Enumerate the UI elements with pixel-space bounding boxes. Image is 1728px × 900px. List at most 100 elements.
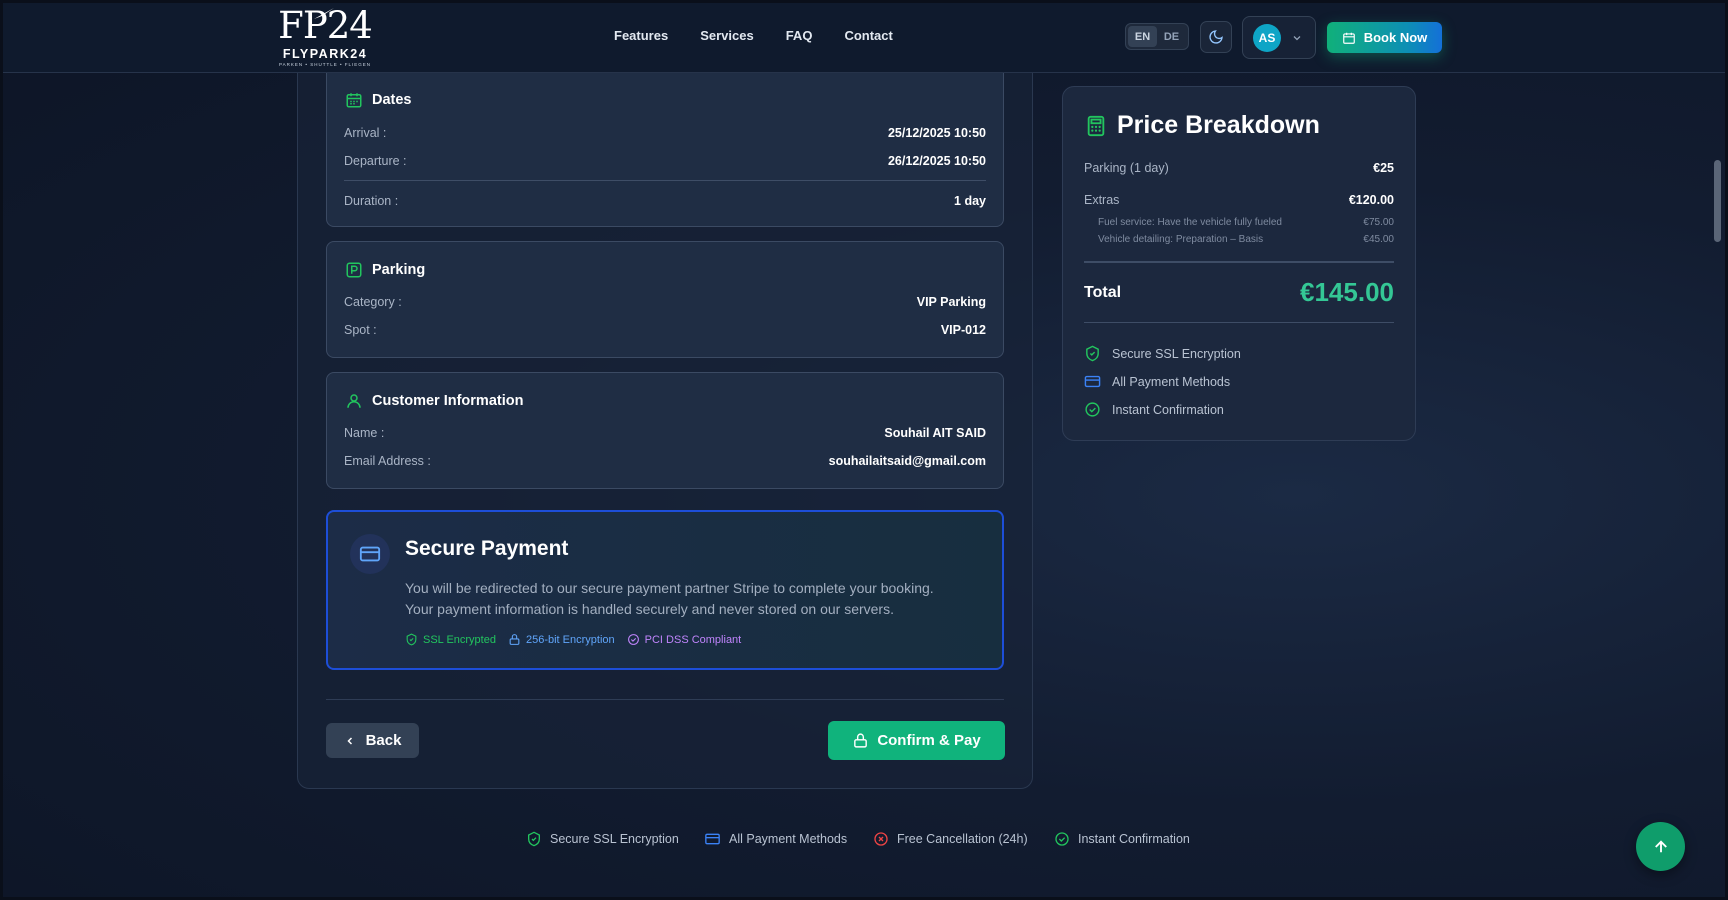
check-circle-icon [627,634,639,645]
avatar: AS [1253,23,1281,52]
feature-label: All Payment Methods [1112,374,1231,389]
secure-payment-description: You will be redirected to our secure pay… [405,580,934,617]
logo-tagline: PARKEN • SHUTTLE • FLIEGEN [278,62,372,67]
ssl-badge: SSL Encrypted [405,633,496,646]
parking-card: Parking Category : VIP Parking Spot : VI… [326,241,1004,358]
name-row: Name : Souhail AIT SAID [344,426,986,440]
book-now-button[interactable]: Book Now [1327,22,1442,53]
nav-contact[interactable]: Contact [844,28,892,43]
arrival-label: Arrival : [344,126,387,140]
dates-card: Dates Arrival : 25/12/2025 10:50 Departu… [326,66,1004,227]
feature-ssl: Secure SSL Encryption [1084,345,1241,362]
price-breakdown-title-row: Price Breakdown [1085,111,1320,140]
price-breakdown-title: Price Breakdown [1117,111,1320,139]
footer-feature-instant: Instant Confirmation [1054,831,1190,847]
calendar-icon [346,93,362,108]
scroll-to-top-button[interactable] [1636,822,1685,871]
shield-check-icon [528,831,540,847]
security-badges: SSL Encrypted 256-bit Encryption PCI DSS… [405,633,741,646]
category-row: Category : VIP Parking [344,295,986,309]
feature-payment-methods: All Payment Methods [1084,373,1230,390]
extra-item-fuel: Fuel service: Have the vehicle fully fue… [1098,217,1394,228]
divider [326,699,1004,700]
lang-en-button[interactable]: EN [1128,26,1157,47]
parking-price-label: Parking (1 day) [1084,161,1169,175]
total-value: €145.00 [1300,277,1394,307]
duration-label: Duration : [344,194,399,208]
lock-icon [509,634,520,645]
divider [344,180,986,181]
departure-value: 26/12/2025 10:50 [887,154,986,168]
total-label: Total [1084,284,1122,301]
theme-toggle-button[interactable] [1200,21,1232,53]
spot-label: Spot : [344,323,377,337]
arrival-row: Arrival : 25/12/2025 10:50 [344,126,986,140]
customer-card: Customer Information Name : Souhail AIT … [326,372,1004,489]
language-switcher: EN DE [1125,23,1189,50]
email-value: souhailaitsaid@gmail.com [828,454,986,468]
extras-label: Extras [1084,193,1120,207]
lock-icon [854,733,868,748]
dates-title-row: Dates [345,91,412,109]
extra-item-label: Fuel service: Have the vehicle fully fue… [1098,217,1282,228]
credit-card-icon [359,546,381,562]
spot-value: VIP-012 [940,323,986,337]
back-label: Back [365,732,402,749]
payment-icon-badge [350,534,390,574]
extras-row: Extras €120.00 [1084,193,1394,207]
shield-check-icon [406,633,417,646]
divider [1084,322,1394,323]
logo-name: FLYPARK24 [282,47,368,61]
flypark24-logo[interactable]: FP24 FLYPARK24 PARKEN • SHUTTLE • FLIEGE… [270,6,380,68]
secure-payment-title: Secure Payment [405,537,569,560]
extras-value: €120.00 [1348,193,1394,207]
customer-title: Customer Information [372,393,524,409]
nav-faq[interactable]: FAQ [786,28,813,43]
extra-item-value: €45.00 [1363,234,1394,245]
main-nav: Features Services FAQ Contact [614,28,925,43]
category-label: Category : [344,295,402,309]
parking-title-row: Parking [345,261,425,279]
plane-icon [314,8,334,19]
pci-badge-label: PCI DSS Compliant [644,633,742,646]
parking-title: Parking [372,262,426,278]
feature-label: Instant Confirmation [1112,402,1224,417]
calendar-icon [1342,32,1355,44]
spot-row: Spot : VIP-012 [344,323,986,337]
arrow-up-icon [1654,839,1667,852]
x-circle-icon [874,832,888,846]
scrollbar-thumb[interactable] [1714,160,1721,242]
footer-feature-label: Secure SSL Encryption [550,832,679,846]
user-menu-button[interactable]: AS [1242,16,1316,59]
duration-row: Duration : 1 day [344,194,986,208]
confirm-pay-label: Confirm & Pay [877,732,981,749]
email-row: Email Address : souhailaitsaid@gmail.com [344,454,986,468]
nav-features[interactable]: Features [614,28,668,43]
parking-icon [346,262,362,278]
encryption-badge: 256-bit Encryption [508,633,615,646]
parking-price-value: €25 [1373,161,1394,175]
feature-label: Secure SSL Encryption [1112,346,1241,361]
footer-feature-ssl: Secure SSL Encryption [526,831,679,847]
back-button[interactable]: Back [326,723,419,758]
departure-label: Departure : [344,154,407,168]
footer-feature-label: All Payment Methods [729,832,848,846]
parking-price-row: Parking (1 day) €25 [1084,161,1394,175]
lang-de-button[interactable]: DE [1157,26,1186,47]
name-label: Name : [344,426,385,440]
nav-services[interactable]: Services [700,28,754,43]
divider [1084,261,1394,263]
email-label: Email Address : [344,454,431,468]
check-circle-icon [1055,832,1069,846]
calculator-icon [1087,115,1105,136]
chevron-left-icon [347,736,352,745]
pci-badge: PCI DSS Compliant [627,633,742,646]
footer-feature-label: Free Cancellation (24h) [897,832,1028,846]
extra-item-label: Vehicle detailing: Preparation – Basis [1098,234,1264,245]
footer-feature-cancellation: Free Cancellation (24h) [873,831,1028,847]
check-circle-icon [1085,402,1100,417]
encryption-badge-label: 256-bit Encryption [525,633,615,646]
book-now-label: Book Now [1363,30,1428,45]
confirm-pay-button[interactable]: Confirm & Pay [828,721,1005,760]
credit-card-icon [1084,375,1101,388]
